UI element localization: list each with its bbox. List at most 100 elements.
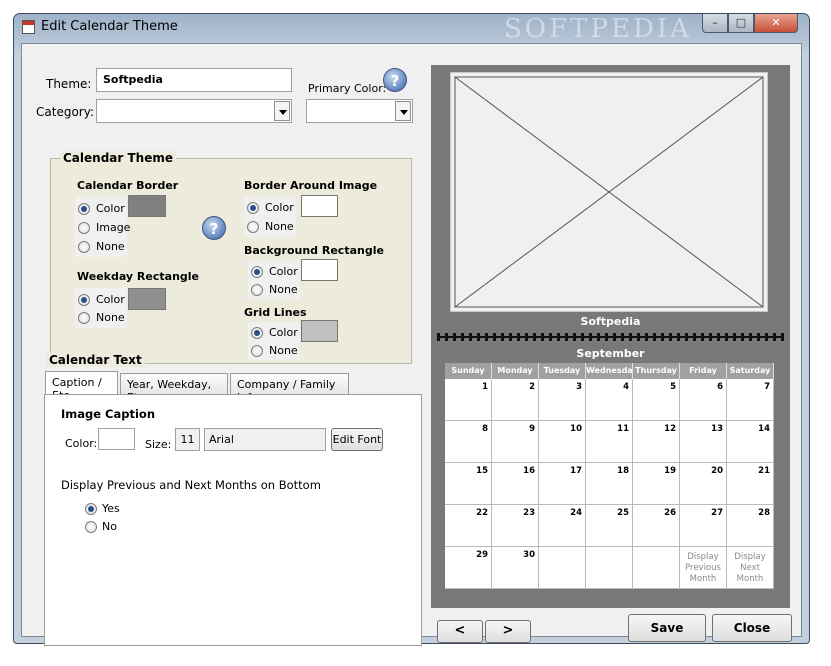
save-button[interactable]: Save	[628, 614, 706, 642]
softpedia-watermark: SOFTPEDIA	[504, 14, 692, 44]
border-around-image-none-radio[interactable]	[247, 221, 259, 233]
calendar-border-swatch[interactable]	[128, 195, 166, 217]
caption-size-value: 11	[175, 428, 200, 451]
caption-tab-panel: Image Caption Color: Size: 11 Arial Edit…	[44, 394, 422, 646]
display-months-yes-radio[interactable]	[85, 503, 97, 515]
calendar-app-icon	[22, 20, 35, 34]
tab-caption-etc[interactable]: Caption / Etc	[45, 371, 118, 402]
display-months-title: Display Previous and Next Months on Bott…	[61, 478, 321, 492]
category-dropdown[interactable]	[96, 99, 292, 123]
calendar-weeks: 1 2 3 4 5 6 7 8 9 10 11 12 13 14 15 16 17 18 19 20 21 22 23 24 2…	[445, 379, 775, 589]
calendar-border-none-label: None	[96, 240, 125, 253]
day-cell: 16	[492, 463, 539, 505]
display-month-note: Display Next Month	[727, 547, 774, 589]
day-cell: 17	[539, 463, 586, 505]
window-title: Edit Calendar Theme	[41, 19, 178, 34]
day-cell: 1	[445, 379, 492, 421]
image-placeholder-icon	[454, 76, 764, 308]
tab-company-family-info[interactable]: Company / Family Info	[230, 373, 349, 404]
weekday-rectangle-swatch[interactable]	[128, 288, 166, 310]
close-window-button[interactable]: ✕	[754, 14, 798, 33]
day-cell	[539, 547, 586, 589]
day-cell: 27	[680, 505, 727, 547]
day-cell: 25	[586, 505, 633, 547]
display-months-no-radio[interactable]	[85, 521, 97, 533]
tab-year-weekday-etc[interactable]: Year, Weekday, Etc	[120, 373, 228, 404]
edit-calendar-theme-window: Edit Calendar Theme SOFTPEDIA – □ ✕ Them…	[13, 13, 811, 646]
minimize-button[interactable]: –	[702, 14, 728, 33]
day-cell: 11	[586, 421, 633, 463]
day-cell: 5	[633, 379, 680, 421]
day-cell: 6	[680, 379, 727, 421]
calendar-week-row: 1234567	[445, 379, 775, 421]
calendar-border-color-radio[interactable]	[78, 203, 90, 215]
image-placeholder[interactable]	[450, 72, 768, 312]
day-cell: 18	[586, 463, 633, 505]
weekday-rectangle-none-label: None	[96, 311, 125, 324]
day-cell: 8	[445, 421, 492, 463]
edit-font-button[interactable]: Edit Font	[331, 428, 383, 451]
weekday-header: Friday	[680, 363, 727, 379]
day-cell	[586, 547, 633, 589]
border-around-image-title: Border Around Image	[244, 179, 378, 192]
weekday-header: Saturday	[727, 363, 774, 379]
day-cell: 23	[492, 505, 539, 547]
day-cell: 21	[727, 463, 774, 505]
calendar-week-row: 29 30 Display Previous Month Display Next M…	[445, 547, 775, 589]
weekday-rectangle-color-label: Color	[96, 293, 125, 306]
calendar-border-title: Calendar Border	[77, 179, 179, 192]
chevron-down-icon[interactable]	[274, 101, 290, 121]
chevron-down-icon[interactable]	[395, 101, 411, 121]
border-around-image-color-radio[interactable]	[247, 202, 259, 214]
weekday-header-row: Sunday Monday Tuesday Wednesday Thursday…	[445, 363, 775, 379]
image-caption-title: Image Caption	[61, 407, 156, 421]
help-icon[interactable]: ?	[202, 216, 226, 240]
maximize-button[interactable]: □	[728, 14, 754, 33]
day-cell: 9	[492, 421, 539, 463]
calendar-week-row: 8 9 10 11 12 13 14	[445, 421, 775, 463]
weekday-rectangle-options: Color None	[75, 288, 127, 328]
primary-color-dropdown[interactable]	[306, 99, 413, 123]
display-months-no-label: No	[102, 520, 117, 533]
calendar-week-row: 22 23 24 25 26 27 28	[445, 505, 775, 547]
day-cell	[633, 547, 680, 589]
calendar-text-title: Calendar Text	[46, 353, 145, 367]
caption-color-label: Color:	[65, 437, 98, 450]
border-around-image-color-label: Color	[265, 201, 294, 214]
day-cell: 14	[727, 421, 774, 463]
border-around-image-swatch[interactable]	[301, 195, 338, 217]
grid-lines-color-radio[interactable]	[251, 327, 263, 339]
calendar-border-none-radio[interactable]	[78, 241, 90, 253]
preview-month: September	[576, 347, 645, 360]
day-cell: 19	[633, 463, 680, 505]
dialog-client-area: Theme: Softpedia Primary Color: ? Catego…	[21, 43, 802, 646]
theme-input[interactable]: Softpedia	[96, 68, 292, 92]
grid-lines-title: Grid Lines	[244, 306, 307, 319]
border-around-image-options: Color None	[244, 197, 296, 237]
help-icon[interactable]: ?	[383, 68, 407, 92]
background-rectangle-color-radio[interactable]	[251, 266, 263, 278]
background-rectangle-none-radio[interactable]	[251, 284, 263, 296]
primary-color-label: Primary Color:	[308, 82, 387, 95]
next-month-button[interactable]: >	[485, 620, 531, 643]
calendar-border-color-label: Color	[96, 202, 125, 215]
caption-size-label: Size:	[145, 438, 172, 451]
weekday-rectangle-none-radio[interactable]	[78, 312, 90, 324]
border-around-image-none-label: None	[265, 220, 294, 233]
day-cell: 26	[633, 505, 680, 547]
day-cell: 13	[680, 421, 727, 463]
day-cell: 29	[445, 547, 492, 589]
grid-lines-swatch[interactable]	[301, 320, 338, 342]
previous-month-button[interactable]: <	[437, 620, 483, 643]
weekday-header: Tuesday	[539, 363, 586, 379]
calendar-preview: Softpedia September Sunday Monday Tuesda…	[431, 65, 790, 608]
title-bar[interactable]: Edit Calendar Theme SOFTPEDIA – □ ✕	[14, 14, 811, 44]
calendar-border-image-radio[interactable]	[78, 222, 90, 234]
grid-lines-none-radio[interactable]	[251, 345, 263, 357]
background-rectangle-swatch[interactable]	[301, 259, 338, 281]
close-button[interactable]: Close	[712, 614, 792, 642]
weekday-rectangle-color-radio[interactable]	[78, 294, 90, 306]
caption-color-swatch[interactable]	[98, 428, 135, 450]
day-cell: 24	[539, 505, 586, 547]
day-cell: 22	[445, 505, 492, 547]
